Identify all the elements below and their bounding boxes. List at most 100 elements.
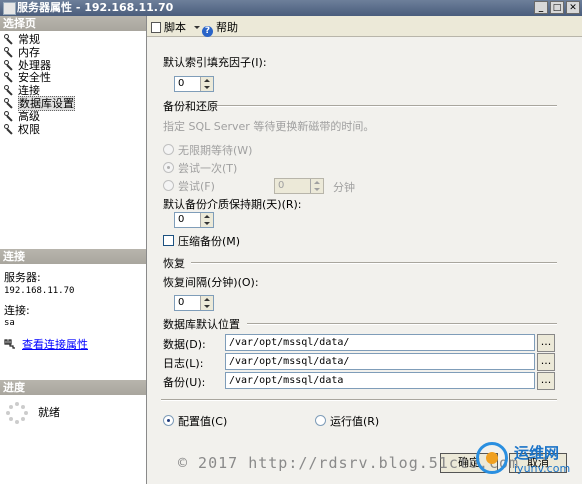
page-list: 常规 内存 处理器 安全性 连接 数据库设置 高级 权限 — [4, 33, 75, 137]
data-location-input[interactable]: /var/opt/mssql/data/ — [225, 334, 535, 351]
data-location-label: 数据(D): — [163, 338, 206, 351]
configured-values-label: 配置值(C) — [178, 415, 228, 428]
fill-factor-stepper[interactable]: 0 — [174, 76, 214, 92]
try-for-radio[interactable] — [163, 180, 174, 191]
server-value: 192.168.11.70 — [4, 286, 75, 296]
fill-factor-label: 默认索引填充因子(I): — [163, 56, 267, 69]
data-location-browse-button[interactable]: ... — [537, 334, 555, 352]
arrow-down-icon — [204, 222, 210, 225]
retention-value: 0 — [178, 214, 185, 225]
watermark-text: © 2017 http://rdsrv.blog.51cto.com — [178, 454, 520, 472]
script-icon — [151, 22, 161, 33]
window-title: 服务器属性 - 192.168.11.70 — [17, 1, 174, 14]
window-app-icon — [3, 2, 16, 15]
backup-restore-header: 备份和还原 — [163, 100, 218, 113]
log-location-input[interactable]: /var/opt/mssql/data/ — [225, 353, 535, 370]
page-item-label: 数据库设置 — [18, 95, 75, 111]
compress-backup-label: 压缩备份(M) — [178, 235, 241, 248]
page-item-label: 安全性 — [18, 71, 51, 85]
configured-values-radio[interactable] — [163, 415, 174, 426]
backup-location-input[interactable]: /var/opt/mssql/data — [225, 372, 535, 389]
backup-location-value: /var/opt/mssql/data — [229, 375, 344, 386]
arrow-up-icon — [314, 181, 320, 184]
progress-header: 进度 — [0, 380, 146, 395]
close-button[interactable]: ✕ — [566, 1, 580, 14]
maximize-button[interactable]: □ — [550, 1, 564, 14]
wrench-icon — [4, 85, 14, 95]
minutes-label: 分钟 — [333, 181, 355, 194]
data-location-value: /var/opt/mssql/data/ — [229, 337, 350, 348]
wrench-icon — [4, 34, 14, 44]
connection-label: 连接: — [4, 304, 30, 317]
wrench-icon — [4, 97, 14, 108]
wait-forever-radio[interactable] — [163, 144, 174, 155]
tape-prompt-label: 指定 SQL Server 等待更换新磁带的时间。 — [163, 120, 375, 133]
page-item-label: 处理器 — [18, 58, 51, 72]
connection-header: 连接 — [0, 249, 146, 264]
wrench-icon — [4, 59, 14, 70]
log-location-browse-button[interactable]: ... — [537, 353, 555, 371]
help-button[interactable]: ? 帮助 — [202, 19, 238, 37]
watermark-site: iyunv.com — [514, 462, 571, 475]
brand-logo-icon — [476, 442, 508, 474]
chevron-down-icon — [193, 26, 200, 29]
script-label: 脚本 — [164, 21, 186, 34]
arrow-down-icon — [204, 305, 210, 308]
script-button[interactable]: 脚本 — [151, 19, 200, 35]
watermark-brand: 运维网 — [514, 444, 560, 462]
backup-location-browse-button[interactable]: ... — [537, 372, 555, 390]
recovery-interval-label: 恢复间隔(分钟)(O): — [163, 276, 259, 289]
db-location-divider — [247, 323, 557, 325]
running-values-radio[interactable] — [315, 415, 326, 426]
help-icon: ? — [202, 26, 213, 37]
values-divider — [161, 399, 557, 401]
select-page-header: 选择页 — [0, 16, 146, 31]
page-item-label: 权限 — [18, 122, 40, 136]
connection-properties-icon — [4, 339, 16, 349]
connection-value: sa — [4, 318, 15, 328]
compress-backup-checkbox[interactable] — [163, 235, 174, 246]
wrench-icon — [4, 110, 14, 121]
arrow-up-icon — [204, 79, 210, 82]
retention-stepper[interactable]: 0 — [174, 212, 214, 228]
server-label: 服务器: — [4, 271, 41, 284]
arrow-down-icon — [204, 86, 210, 89]
try-minutes-value: 0 — [278, 180, 285, 191]
title-bar: 服务器属性 - 192.168.11.70 _ □ ✕ — [0, 0, 582, 16]
arrow-up-icon — [204, 298, 210, 301]
retention-arrows[interactable] — [200, 213, 213, 227]
page-item[interactable]: 权限 — [4, 122, 75, 137]
backup-location-label: 备份(U): — [163, 376, 206, 389]
wrench-icon — [4, 72, 14, 82]
progress-status: 就绪 — [38, 406, 60, 419]
recovery-interval-value: 0 — [178, 297, 185, 308]
help-label: 帮助 — [216, 21, 238, 34]
watermark-logo: 运维网 iyunv.com — [474, 438, 580, 482]
page-item-label: 高级 — [18, 109, 40, 123]
recovery-header: 恢复 — [163, 257, 185, 270]
toolbar: 脚本 ? 帮助 — [147, 16, 582, 37]
wrench-icon — [4, 123, 14, 134]
view-connection-row: 查看连接属性 — [4, 336, 144, 352]
try-once-label: 尝试一次(T) — [178, 162, 238, 175]
left-panel: 选择页 常规 内存 处理器 安全性 连接 数据库设置 高级 权限 连接 服务器: 192.16… — [0, 16, 147, 484]
progress-spinner-icon — [6, 402, 28, 424]
try-once-radio[interactable] — [163, 162, 174, 173]
fill-factor-arrows[interactable] — [200, 77, 213, 91]
view-connection-properties-link[interactable]: 查看连接属性 — [22, 338, 88, 351]
try-minutes-stepper[interactable]: 0 — [274, 178, 324, 194]
minimize-button[interactable]: _ — [534, 1, 548, 14]
connection-info: 服务器: 192.168.11.70 连接: sa 查看连接属性 — [4, 269, 144, 352]
recovery-interval-arrows[interactable] — [200, 296, 213, 310]
log-location-label: 日志(L): — [163, 357, 204, 370]
recovery-interval-stepper[interactable]: 0 — [174, 295, 214, 311]
retention-label: 默认备份介质保持期(天)(R): — [163, 198, 302, 211]
wait-forever-label: 无限期等待(W) — [178, 144, 253, 157]
wrench-icon — [4, 46, 14, 57]
backup-restore-divider — [217, 105, 557, 107]
db-default-location-header: 数据库默认位置 — [163, 318, 240, 331]
running-values-label: 运行值(R) — [330, 415, 380, 428]
try-for-label: 尝试(F) — [178, 180, 215, 193]
try-minutes-arrows[interactable] — [310, 179, 323, 193]
page-item-label: 常规 — [18, 33, 40, 46]
